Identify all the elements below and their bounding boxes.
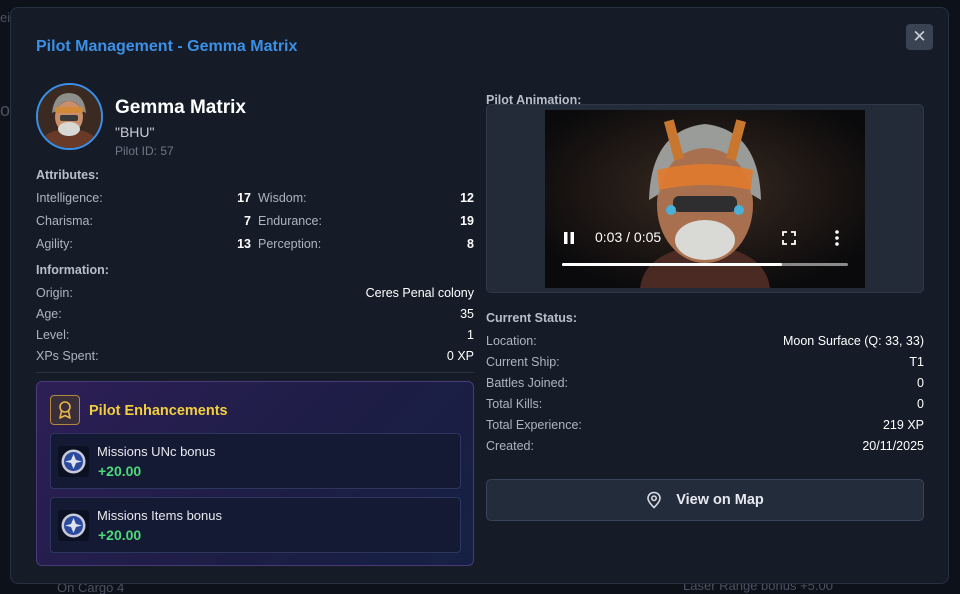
attribute-row: Perception: 8 [258, 235, 474, 253]
enhancement-card[interactable]: Missions Items bonus +20.00 [50, 497, 461, 553]
info-name: XPs Spent: [36, 349, 99, 363]
attribute-value: 17 [237, 191, 251, 205]
status-row: Total Kills: 0 [486, 395, 924, 413]
status-value: 0 [917, 376, 924, 390]
pilot-portrait-icon [38, 85, 101, 148]
info-row: Age: 35 [36, 305, 474, 323]
status-name: Battles Joined: [486, 376, 568, 390]
info-value: Ceres Penal colony [365, 286, 474, 300]
close-button[interactable]: ✕ [906, 24, 933, 50]
attribute-row: Endurance: 19 [258, 212, 474, 230]
video-progress-bar[interactable] [562, 263, 848, 266]
info-row: Level: 1 [36, 326, 474, 344]
pilot-avatar [36, 83, 103, 150]
enhancement-name: Missions UNc bonus [97, 444, 216, 459]
view-on-map-button[interactable]: View on Map [486, 479, 924, 521]
enhancement-value: +20.00 [98, 527, 142, 543]
fullscreen-icon[interactable] [781, 230, 797, 246]
backdrop-fragment: o [0, 100, 11, 120]
status-label: Current Status: [486, 311, 577, 325]
attribute-name: Endurance: [258, 214, 322, 228]
attribute-name: Charisma: [36, 214, 93, 228]
attribute-row: Wisdom: 12 [258, 189, 474, 207]
pilot-management-modal: Pilot Management - Gemma Matrix ✕ Gemma … [10, 7, 949, 584]
attribute-row: Intelligence: 17 [36, 189, 251, 207]
info-name: Origin: [36, 286, 73, 300]
mission-badge-icon [58, 510, 89, 541]
enhancement-name: Missions Items bonus [97, 508, 222, 523]
info-value: 1 [467, 328, 474, 342]
pilot-animation-container: 0:03 / 0:05 [486, 104, 924, 293]
status-row: Total Experience: 219 XP [486, 416, 924, 434]
info-name: Level: [36, 328, 70, 342]
attribute-name: Agility: [36, 237, 73, 251]
status-row: Current Ship: T1 [486, 353, 924, 371]
attribute-name: Intelligence: [36, 191, 103, 205]
pilot-enhancements-panel: Pilot Enhancements Missions UNc bonus +2… [36, 381, 474, 566]
status-row: Battles Joined: 0 [486, 374, 924, 392]
info-row: XPs Spent: 0 XP [36, 347, 474, 365]
attributes-label: Attributes: [36, 168, 100, 182]
attribute-value: 13 [237, 237, 251, 251]
status-value: 0 [917, 397, 924, 411]
status-name: Location: [486, 334, 537, 348]
status-value: 219 XP [882, 418, 924, 432]
close-icon: ✕ [912, 27, 927, 46]
attribute-row: Agility: 13 [36, 235, 251, 253]
modal-title: Pilot Management - Gemma Matrix [36, 38, 298, 55]
attribute-name: Wisdom: [258, 191, 307, 205]
status-value: T1 [909, 355, 924, 369]
enhancement-card[interactable]: Missions UNc bonus +20.00 [50, 433, 461, 489]
pilot-name: Gemma Matrix [115, 97, 246, 118]
pilot-animation-frame [545, 110, 865, 288]
section-divider [36, 372, 474, 373]
mission-badge-icon [58, 446, 89, 477]
status-name: Total Kills: [486, 397, 543, 411]
pilot-animation-video[interactable]: 0:03 / 0:05 [545, 110, 865, 288]
view-on-map-label: View on Map [676, 492, 764, 508]
pilot-nickname: "BHU" [115, 124, 155, 140]
information-label: Information: [36, 263, 109, 277]
enhancements-title: Pilot Enhancements [89, 403, 228, 419]
attribute-name: Perception: [258, 237, 322, 251]
backdrop-fragment: ei [0, 10, 11, 25]
status-row: Created: 20/11/2025 [486, 437, 924, 455]
pilot-id: Pilot ID: 57 [115, 144, 174, 158]
award-icon [50, 395, 80, 425]
attribute-value: 19 [460, 214, 474, 228]
status-name: Current Ship: [486, 355, 560, 369]
enhancement-value: +20.00 [98, 463, 142, 479]
pause-icon[interactable] [562, 230, 576, 246]
map-pin-icon [647, 491, 662, 509]
status-name: Total Experience: [486, 418, 582, 432]
status-name: Created: [486, 439, 534, 453]
video-progress-fill [562, 263, 783, 266]
info-value: 0 XP [446, 349, 474, 363]
status-row: Location: Moon Surface (Q: 33, 33) [486, 332, 924, 350]
status-value: Moon Surface (Q: 33, 33) [782, 334, 924, 348]
attribute-value: 7 [244, 214, 251, 228]
info-value: 35 [460, 307, 474, 321]
more-options-icon[interactable] [833, 229, 841, 247]
attribute-value: 12 [460, 191, 474, 205]
info-row: Origin: Ceres Penal colony [36, 284, 474, 302]
info-name: Age: [36, 307, 62, 321]
attribute-value: 8 [467, 237, 474, 251]
attribute-row: Charisma: 7 [36, 212, 251, 230]
video-time: 0:03 / 0:05 [595, 229, 662, 245]
status-value: 20/11/2025 [862, 439, 924, 453]
